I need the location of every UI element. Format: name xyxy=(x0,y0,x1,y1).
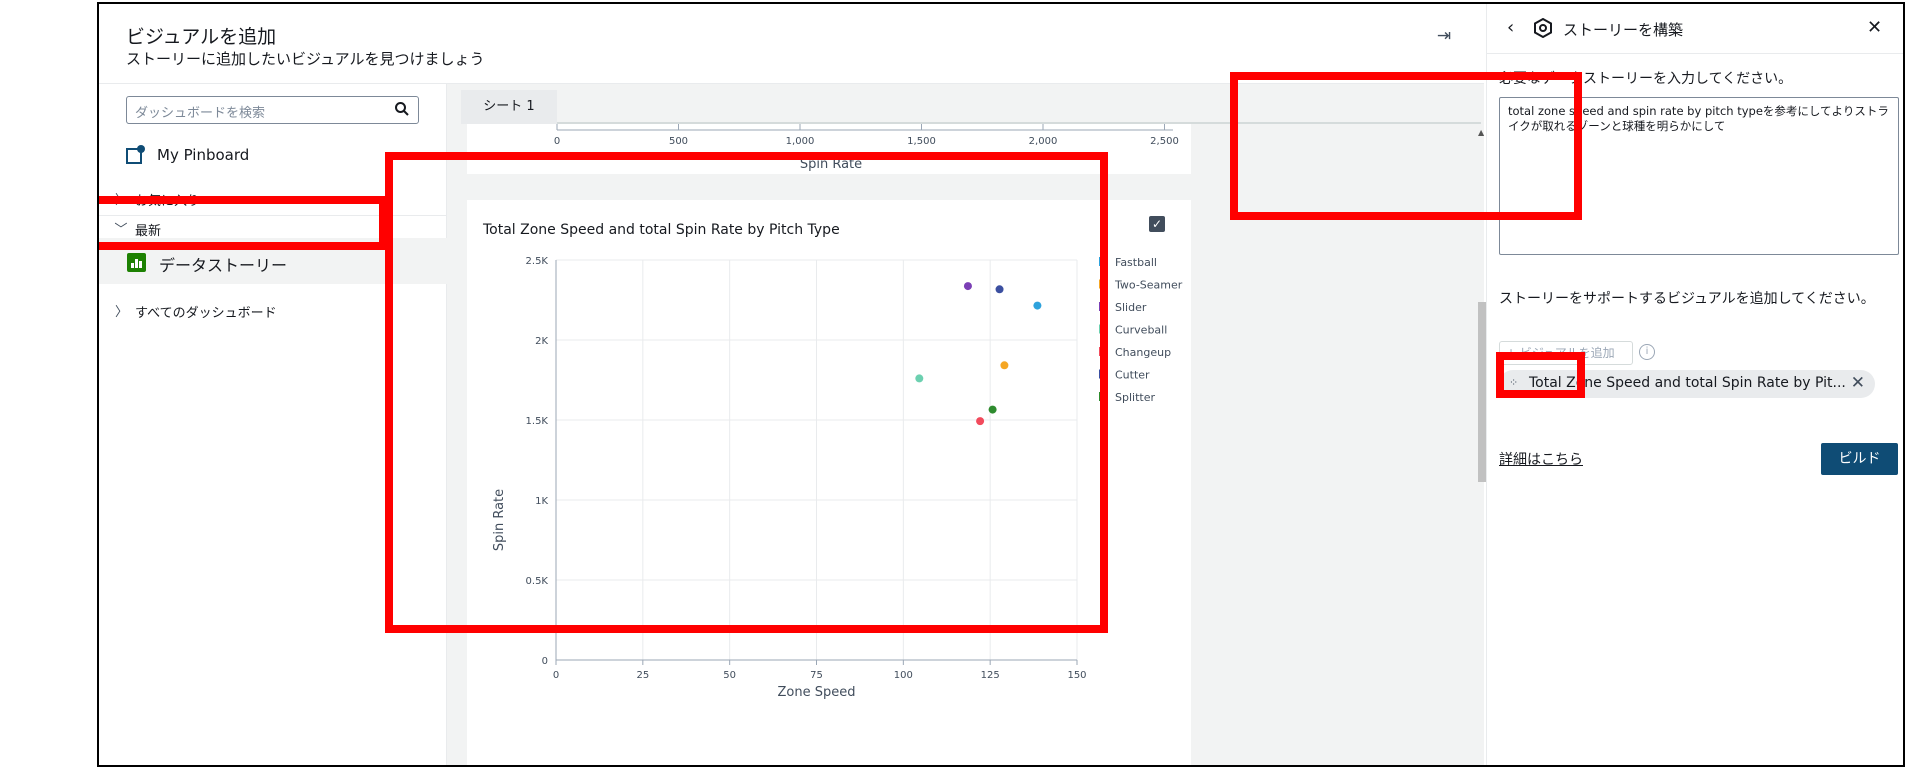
y-tick-label: 2.5K xyxy=(526,256,549,267)
chevron-right-icon: 〉 xyxy=(115,305,129,320)
x-tick-label: 75 xyxy=(810,670,823,681)
tab-sheet-1[interactable]: シート 1 xyxy=(461,90,557,124)
legend-item[interactable]: Fastball xyxy=(1115,256,1157,269)
visual-card-partial[interactable]: 0 500 1,000 1,500 2,000 2,500 Spin Rate xyxy=(467,124,1191,174)
legend-swatch xyxy=(1099,347,1108,356)
x-tick-label: 2,000 xyxy=(1029,136,1058,147)
visual-browser: シート 1 0 500 1,000 1,500 2,000 2,500 Spin Rate… xyxy=(447,84,1491,765)
legend-swatch xyxy=(1099,302,1108,311)
legend-item[interactable]: Two-Seamer xyxy=(1114,279,1183,292)
legend-item[interactable]: Slider xyxy=(1115,301,1147,314)
legend-swatch xyxy=(1099,257,1108,266)
y-axis-label: Spin Rate xyxy=(492,489,507,551)
data-point-cutter[interactable] xyxy=(995,285,1004,294)
x-tick-label: 125 xyxy=(981,670,1000,681)
search-icon[interactable] xyxy=(394,101,410,117)
recent-label: 最新 xyxy=(135,224,162,239)
y-tick-label: 2K xyxy=(535,336,548,347)
x-tick-label: 1,000 xyxy=(786,136,815,147)
add-visual-button[interactable]: + ビジュアルを追加 xyxy=(1499,341,1633,365)
dialog-header: ビジュアルを追加 ストーリーに追加したいビジュアルを見つけましょう ⇥ xyxy=(99,4,1484,84)
spin-rate-axis: 0 500 1,000 1,500 2,000 2,500 Spin Rate xyxy=(554,124,1179,172)
sidebar-item-pinboard[interactable]: My Pinboard xyxy=(126,142,426,170)
x-tick-label: 50 xyxy=(723,670,736,681)
legend-swatch xyxy=(1099,392,1108,401)
legend-item[interactable]: Changeup xyxy=(1115,346,1171,359)
sheet-tabs: シート 1 xyxy=(461,90,1481,124)
app-window: ビジュアルを追加 ストーリーに追加したいビジュアルを見つけましょう ⇥ ダッシュ… xyxy=(97,2,1905,767)
x-axis-label: Zone Speed xyxy=(778,685,856,700)
scatter-icon: ⁘ xyxy=(1509,376,1519,389)
x-tick-label: 0 xyxy=(553,670,559,681)
legend-swatch xyxy=(1099,324,1108,334)
data-story-label: データストーリー xyxy=(159,256,288,275)
panel-header: ‹ ストーリーを構築 ✕ xyxy=(1487,4,1903,54)
build-button[interactable]: ビルド xyxy=(1821,443,1898,475)
scatter-chart: 0 0.5K 1K 1.5K 2K 2.5K 0 25 50 75 100 125 150 Zone Sp… xyxy=(492,256,1183,700)
back-icon[interactable]: ‹ xyxy=(1507,17,1514,38)
data-story-icon xyxy=(127,253,146,272)
x-tick-label: 100 xyxy=(894,670,913,681)
x-tick-label: 2,500 xyxy=(1150,136,1179,147)
x-axis-label: Spin Rate xyxy=(800,157,862,172)
build-story-panel: ‹ ストーリーを構築 ✕ 必要なデータストーリーを入力してください。 total… xyxy=(1486,4,1903,765)
legend-swatch xyxy=(1099,279,1108,289)
info-icon[interactable]: i xyxy=(1639,344,1655,360)
chevron-down-icon: 〉 xyxy=(112,221,128,236)
y-tick-label: 0.5K xyxy=(526,576,549,587)
data-point-curveball[interactable] xyxy=(915,374,924,383)
panel-title: ストーリーを構築 xyxy=(1563,21,1684,39)
y-tick-label: 0 xyxy=(542,656,548,667)
favorites-label: お気に入り xyxy=(135,194,201,209)
search-input[interactable]: ダッシュボードを検索 xyxy=(126,96,419,124)
quicksight-q-icon xyxy=(1534,18,1552,38)
visual-card-scatter[interactable]: Total Zone Speed and total Spin Rate by … xyxy=(467,200,1191,765)
pinboard-label: My Pinboard xyxy=(157,146,250,164)
legend-swatch xyxy=(1099,369,1108,379)
x-tick-label: 25 xyxy=(636,670,649,681)
sidebar-item-data-story[interactable]: データストーリー xyxy=(99,238,447,284)
close-icon[interactable]: ✕ xyxy=(1867,17,1882,38)
data-point-splitter[interactable] xyxy=(988,405,997,414)
sidebar: ダッシュボードを検索 My Pinboard 〉 お気に入り 〉 最新 データス… xyxy=(99,84,447,765)
x-tick-label: 150 xyxy=(1067,670,1086,681)
collapse-panel-icon[interactable]: ⇥ xyxy=(1432,24,1456,48)
x-tick-label: 0 xyxy=(554,136,560,147)
x-tick-label: 500 xyxy=(669,136,688,147)
legend-item[interactable]: Curveball xyxy=(1115,324,1167,337)
x-tick-label: 1,500 xyxy=(907,136,936,147)
remove-token-icon[interactable]: ✕ xyxy=(1851,373,1865,393)
data-point-two-seamer[interactable] xyxy=(1000,361,1009,370)
chevron-right-icon: 〉 xyxy=(115,193,129,208)
selected-visual-label: Total Zone Speed and total Spin Rate by … xyxy=(1529,375,1846,391)
scroll-up-icon[interactable]: ▲ xyxy=(1478,128,1484,137)
selected-visual-token: ⁘ Total Zone Speed and total Spin Rate b… xyxy=(1499,370,1875,398)
legend-item[interactable]: Splitter xyxy=(1115,391,1155,404)
pinboard-icon xyxy=(126,145,145,164)
data-point-changeup[interactable] xyxy=(976,417,985,426)
story-prompt-textarea[interactable]: total zone speed and spin rate by pitch … xyxy=(1499,97,1899,255)
dialog-subtitle: ストーリーに追加したいビジュアルを見つけましょう xyxy=(126,50,485,68)
sidebar-item-all-dashboards[interactable]: 〉 すべてのダッシュボード xyxy=(99,292,447,328)
search-placeholder: ダッシュボードを検索 xyxy=(135,106,266,121)
data-point-slider[interactable] xyxy=(963,282,972,291)
prompt-label: 必要なデータストーリーを入力してください。 xyxy=(1499,71,1793,87)
learn-more-link[interactable]: 詳細はこちら xyxy=(1499,449,1583,469)
dialog-title: ビジュアルを追加 xyxy=(126,26,277,48)
all-dashboards-label: すべてのダッシュボード xyxy=(135,306,277,321)
legend-item[interactable]: Cutter xyxy=(1115,369,1150,382)
y-tick-label: 1K xyxy=(535,496,548,507)
support-visuals-label: ストーリーをサポートするビジュアルを追加してください。 xyxy=(1499,291,1875,307)
data-point-fastball[interactable] xyxy=(1033,301,1042,310)
y-tick-label: 1.5K xyxy=(526,416,549,427)
